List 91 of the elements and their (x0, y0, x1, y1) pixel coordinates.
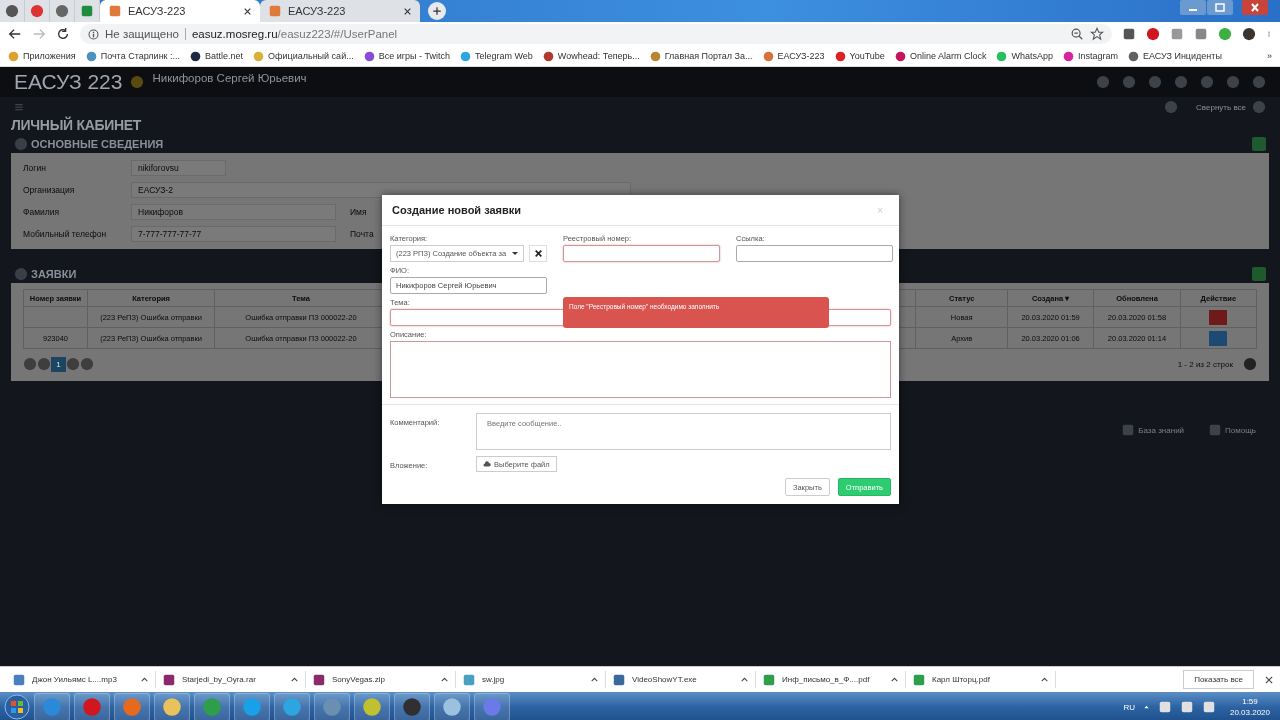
download-item[interactable]: Инф_письмо_в_Ф....pdf (756, 671, 906, 688)
field-label: Фамилия (23, 207, 61, 217)
bookmark[interactable]: Telegram Web (459, 50, 533, 62)
footer-link[interactable]: База знаний (1138, 425, 1185, 435)
download-item[interactable]: Джон Уильямс L....mp3 (6, 671, 156, 688)
address-bar[interactable]: Не защищено easuz.mosreg.ru/easuz223/#/UserPanel (80, 24, 1112, 44)
start-button[interactable] (4, 694, 30, 720)
bookmark[interactable]: Почта Старлинк :... (85, 50, 181, 62)
text-field[interactable] (736, 245, 893, 262)
taskbar-app[interactable] (194, 693, 230, 720)
file-icon (462, 672, 476, 687)
field-label: Логин (23, 163, 47, 173)
download-item[interactable]: SonyVegas.zip (306, 671, 456, 688)
page-button[interactable]: 1 (51, 356, 66, 372)
clock[interactable]: 1:59 20.03.2020 (1223, 696, 1276, 718)
file-icon (12, 672, 26, 687)
taskbar-app[interactable] (394, 693, 430, 720)
user-name: Никифоров Сергей Юрьевич (152, 72, 307, 84)
dialog-title: Создание новой заявки (392, 204, 523, 216)
taskbar-app[interactable] (354, 693, 390, 720)
file-icon (912, 672, 926, 687)
edit-button[interactable] (1209, 330, 1228, 346)
browser-tab[interactable]: ЕАСУЗ-223 (100, 0, 260, 22)
close-icon[interactable] (243, 6, 252, 16)
file-icon (312, 672, 326, 687)
bookmark[interactable]: Главная Портал За... (649, 50, 753, 62)
taskbar-app[interactable] (34, 693, 70, 720)
taskbar-app[interactable] (74, 693, 110, 720)
pager-info: 1 - 2 из 2 строк (1177, 359, 1233, 369)
bookmark[interactable]: Instagram (1062, 50, 1118, 62)
text-field[interactable]: Никифоров (131, 204, 336, 220)
new-tab-button[interactable] (428, 2, 446, 20)
bookmark[interactable]: Online Alarm Clock (894, 50, 987, 62)
delete-button[interactable] (1209, 309, 1228, 325)
taskbar-app[interactable] (234, 693, 270, 720)
collapse-all-link[interactable]: Свернуть все (1196, 102, 1246, 112)
star-icon[interactable] (1090, 27, 1104, 41)
taskbar-app[interactable] (154, 693, 190, 720)
zoom-out-icon[interactable] (1070, 27, 1084, 41)
taskbar-app[interactable] (434, 693, 470, 720)
taskbar-app[interactable] (114, 693, 150, 720)
footer-link[interactable]: Помощь (1225, 425, 1256, 435)
show-all-button[interactable]: Показать все (1183, 670, 1254, 689)
file-icon (612, 672, 626, 687)
forward-icon[interactable] (32, 27, 46, 41)
taskbar-app[interactable] (314, 693, 350, 720)
bookmark[interactable]: ЕАСУЗ Инциденты (1127, 50, 1222, 62)
maximize-icon[interactable] (1207, 0, 1233, 15)
close-icon[interactable] (403, 6, 412, 16)
text-field[interactable]: 7-777-777-77-77 (131, 226, 336, 242)
bookmark[interactable]: WhatsApp (996, 50, 1053, 62)
browser-tab[interactable]: ЕАСУЗ-223 (260, 0, 420, 22)
text-field[interactable] (563, 245, 720, 262)
bookmark[interactable]: Официальный сай... (253, 50, 354, 62)
text-field[interactable]: nikiforovsu (131, 160, 226, 176)
download-item[interactable]: Starjedi_by_Oyra.rar (156, 671, 306, 688)
bookmark[interactable]: Приложения (8, 50, 76, 62)
page-title: ЛИЧНЫЙ КАБИНЕТ (10, 117, 143, 133)
more-bookmarks[interactable]: » (1267, 51, 1272, 61)
reload-icon[interactable] (56, 27, 70, 41)
url-text: easuz.mosreg.ru/easuz223/#/UserPanel (191, 28, 398, 40)
download-item[interactable]: Карл Шторц.pdf (906, 671, 1056, 688)
field-label: Организация (23, 185, 76, 195)
field-label: Почта (349, 229, 375, 239)
app-logo: ЕАСУЗ 223 (14, 70, 123, 94)
text-field[interactable]: ЕАСУЗ-2 (131, 182, 631, 198)
field-label: Мобильный телефон (23, 229, 108, 239)
taskbar-app[interactable] (274, 693, 310, 720)
language-indicator[interactable]: RU (1123, 702, 1135, 712)
info-icon[interactable] (88, 28, 99, 40)
bookmark[interactable]: Все игры - Twitch (363, 50, 450, 62)
bookmark[interactable]: YouTube (834, 50, 885, 62)
file-icon (162, 672, 176, 687)
download-item[interactable]: sw.jpg (456, 671, 606, 688)
security-label: Не защищено (105, 28, 179, 40)
minimize-icon[interactable] (1180, 0, 1206, 15)
bookmark[interactable]: Battle.net (190, 50, 244, 62)
text-area[interactable] (390, 341, 891, 398)
section-title: ОСНОВНЫЕ СВЕДЕНИЯ (31, 138, 164, 150)
back-icon[interactable] (8, 27, 22, 41)
clear-button[interactable] (529, 245, 547, 262)
close-icon (533, 249, 543, 258)
plus-icon (432, 6, 442, 16)
download-item[interactable]: VideoShowYT.exe (606, 671, 756, 688)
cloud-icon (483, 460, 491, 468)
taskbar-app[interactable] (474, 693, 510, 720)
bookmark[interactable]: Wowhead: Теперь... (542, 50, 640, 62)
bookmark[interactable]: ЕАСУЗ-223 (762, 50, 825, 62)
caret-icon (512, 252, 518, 255)
section-title: ЗАЯВКИ (31, 268, 77, 280)
file-icon (762, 672, 776, 687)
